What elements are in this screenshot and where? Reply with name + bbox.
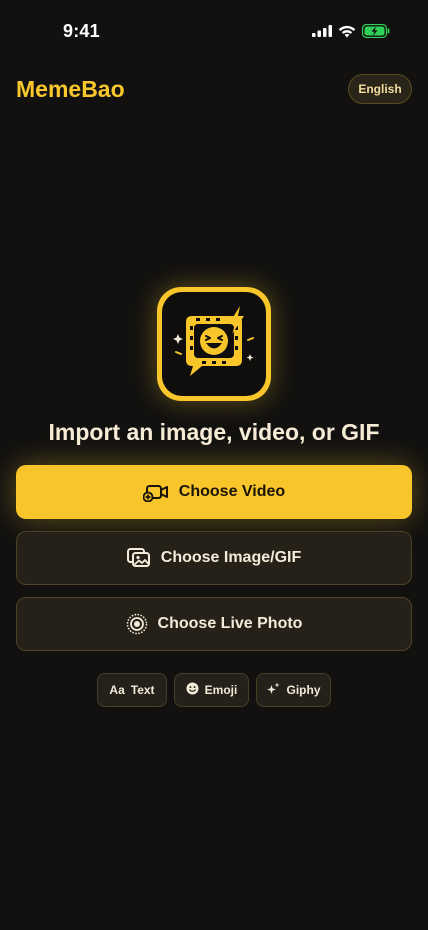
choose-live-photo-button[interactable]: Choose Live Photo (16, 597, 412, 651)
live-photo-icon (126, 613, 148, 635)
emoji-chip-label: Emoji (204, 683, 238, 697)
app-header: MemeBao English (0, 70, 428, 110)
text-icon: Aa (109, 683, 125, 697)
cellular-signal-icon (312, 25, 332, 37)
app-title: MemeBao (16, 76, 125, 102)
language-button[interactable]: English (348, 74, 412, 104)
sparkle-icon (266, 682, 280, 699)
choose-image-label: Choose Image/GIF (160, 549, 302, 566)
status-bar: 9:41 (0, 0, 428, 64)
giphy-chip[interactable]: Giphy (256, 673, 331, 707)
choose-image-button[interactable]: Choose Image/GIF (16, 531, 412, 585)
memebao-logo-icon (162, 292, 266, 396)
text-chip[interactable]: Aa Text (97, 673, 167, 707)
giphy-chip-label: Giphy (286, 683, 321, 697)
status-time: 9:41 (63, 21, 100, 41)
emoji-chip[interactable]: Emoji (174, 673, 249, 707)
video-plus-icon (142, 482, 169, 502)
choose-live-photo-label: Choose Live Photo (157, 615, 303, 632)
emoji-icon (186, 682, 199, 698)
wifi-icon (338, 25, 356, 38)
quick-actions: Aa Text Emoji Giphy (0, 673, 428, 707)
app-logo (157, 287, 271, 401)
text-chip-label: Text (130, 683, 155, 697)
images-icon (126, 548, 151, 568)
battery-charging-icon (362, 24, 390, 38)
import-headline: Import an image, video, or GIF (48, 419, 380, 445)
choose-video-label: Choose Video (178, 483, 286, 500)
choose-video-button[interactable]: Choose Video (16, 465, 412, 519)
status-icons (312, 24, 390, 38)
